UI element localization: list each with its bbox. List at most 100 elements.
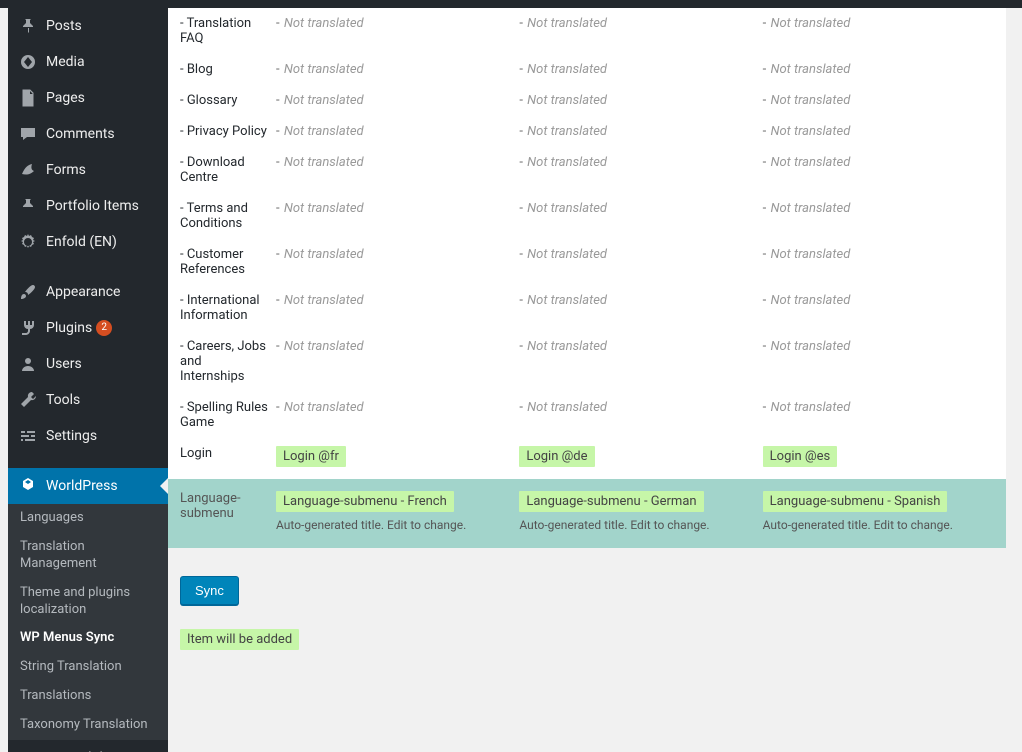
table-row: - Glossary- Not translated- Not translat… — [168, 85, 1006, 116]
sidebar-item-posts[interactable]: Posts — [8, 8, 168, 44]
translation-cell: - Not translated — [519, 293, 762, 308]
translation-cell: - Not translated — [276, 62, 519, 77]
lang-submenu-es-badge[interactable]: Language-submenu - Spanish — [763, 491, 948, 512]
sidebar-item-label: Portfolio Items — [46, 198, 139, 214]
cell-lang-es: Language-submenu - Spanish Auto-generate… — [763, 491, 1006, 532]
translation-cell: - Not translated — [763, 124, 1006, 139]
row-language-submenu: Language-submenu Language-submenu - Fren… — [168, 479, 1006, 548]
not-translated-label: Not translated — [527, 293, 607, 308]
source-login: Login — [168, 446, 276, 461]
sidebar-item-label: Enfold (EN) — [46, 234, 117, 250]
sidebar-item-label: WorldPress — [46, 478, 118, 494]
sidebar-item-worldpress[interactable]: WorldPress — [8, 468, 168, 504]
translation-cell: - Not translated — [276, 247, 519, 262]
translation-cell: - Not translated — [763, 339, 1006, 354]
sidebar-item-comments[interactable]: Comments — [8, 116, 168, 152]
translation-cell: - Not translated — [763, 155, 1006, 170]
not-translated-label: Not translated — [770, 201, 850, 216]
translation-cell: - Not translated — [276, 16, 519, 31]
not-translated-label: Not translated — [770, 155, 850, 170]
not-translated-label: Not translated — [284, 62, 364, 77]
sidebar-item-label: Media — [46, 54, 85, 70]
sidebar-item-layerslider-wp[interactable]: LayerSlider WP — [8, 740, 168, 752]
not-translated-label: Not translated — [770, 247, 850, 262]
brush-icon — [18, 282, 38, 302]
not-translated-label: Not translated — [770, 62, 850, 77]
submenu-item-taxonomy-translation[interactable]: Taxonomy Translation — [8, 711, 168, 740]
not-translated-label: Not translated — [770, 16, 850, 31]
sync-button[interactable]: Sync — [180, 576, 239, 605]
forms-icon — [18, 160, 38, 180]
source-label: - Spelling Rules Game — [168, 400, 276, 430]
not-translated-label: Not translated — [770, 293, 850, 308]
sidebar-item-label: Posts — [46, 18, 82, 34]
login-es-badge[interactable]: Login @es — [763, 446, 838, 467]
plug-icon — [18, 318, 38, 338]
source-label: - Translation FAQ — [168, 16, 276, 46]
translation-cell: - Not translated — [519, 62, 762, 77]
source-label: - Privacy Policy — [168, 124, 276, 139]
source-label: - Download Centre — [168, 155, 276, 185]
submenu-item-translations[interactable]: Translations — [8, 682, 168, 711]
source-label: - Customer References — [168, 247, 276, 277]
sidebar-item-appearance[interactable]: Appearance — [8, 274, 168, 310]
source-label: - International Information — [168, 293, 276, 323]
sidebar-item-media[interactable]: Media — [8, 44, 168, 80]
sidebar-item-pages[interactable]: Pages — [8, 80, 168, 116]
sidebar-item-portfolio-items[interactable]: Portfolio Items — [8, 188, 168, 224]
translation-cell: - Not translated — [519, 124, 762, 139]
translation-cell: - Not translated — [763, 247, 1006, 262]
translation-cell: - Not translated — [276, 293, 519, 308]
sidebar-item-plugins[interactable]: Plugins2 — [8, 310, 168, 346]
translation-cell: - Not translated — [276, 201, 519, 216]
submenu-item-wp-menus-sync[interactable]: WP Menus Sync — [8, 624, 168, 653]
sidebar-item-label: Forms — [46, 162, 86, 178]
table-row: - Spelling Rules Game- Not translated- N… — [168, 392, 1006, 438]
cell-login-es: Login @es — [763, 446, 1006, 467]
not-translated-label: Not translated — [284, 339, 364, 354]
user-icon — [18, 354, 38, 374]
sidebar-submenu: LanguagesTranslation ManagementTheme and… — [8, 504, 168, 740]
table-row: - Customer References- Not translated- N… — [168, 239, 1006, 285]
cell-login-de: Login @de — [519, 446, 762, 467]
not-translated-label: Not translated — [284, 16, 364, 31]
submenu-item-theme-and-plugins-localization[interactable]: Theme and plugins localization — [8, 579, 168, 625]
update-badge: 2 — [96, 320, 112, 336]
sidebar-item-label: Plugins — [46, 320, 92, 336]
source-label: - Blog — [168, 62, 276, 77]
table-row: - Download Centre- Not translated- Not t… — [168, 147, 1006, 193]
legend-item-added: Item will be added — [180, 629, 299, 650]
comment-icon — [18, 124, 38, 144]
cell-lang-de: Language-submenu - German Auto-generated… — [519, 491, 762, 532]
lang-submenu-fr-badge[interactable]: Language-submenu - French — [276, 491, 454, 512]
not-translated-label: Not translated — [284, 293, 364, 308]
sidebar-item-forms[interactable]: Forms — [8, 152, 168, 188]
submenu-item-languages[interactable]: Languages — [8, 504, 168, 533]
translation-cell: - Not translated — [519, 201, 762, 216]
not-translated-label: Not translated — [527, 155, 607, 170]
cell-login-fr: Login @fr — [276, 446, 519, 467]
not-translated-label: Not translated — [770, 93, 850, 108]
submenu-item-string-translation[interactable]: String Translation — [8, 653, 168, 682]
table-row: - Privacy Policy - Not translated- Not tr… — [168, 116, 1006, 147]
cell-lang-fr: Language-submenu - French Auto-generated… — [276, 491, 519, 532]
sidebar-item-users[interactable]: Users — [8, 346, 168, 382]
sidebar-item-enfold-en-[interactable]: Enfold (EN) — [8, 224, 168, 260]
sliders-icon — [18, 426, 38, 446]
sidebar-item-tools[interactable]: Tools — [8, 382, 168, 418]
translation-cell: - Not translated — [519, 16, 762, 31]
login-fr-badge[interactable]: Login @fr — [276, 446, 346, 467]
menu-sync-table: - Translation FAQ- Not translated- Not t… — [168, 8, 1006, 548]
login-de-badge[interactable]: Login @de — [519, 446, 594, 467]
submenu-item-translation-management[interactable]: Translation Management — [8, 533, 168, 579]
not-translated-label: Not translated — [770, 339, 850, 354]
legend: Item will be added — [180, 629, 1006, 650]
admin-sidebar: Posts Media PagesComments Forms Portfolio It… — [8, 8, 168, 752]
not-translated-label: Not translated — [527, 247, 607, 262]
lang-submenu-de-badge[interactable]: Language-submenu - German — [519, 491, 703, 512]
translation-cell: - Not translated — [763, 293, 1006, 308]
table-row: - Translation FAQ- Not translated- Not t… — [168, 8, 1006, 54]
translation-cell: - Not translated — [276, 400, 519, 415]
sidebar-item-settings[interactable]: Settings — [8, 418, 168, 454]
media-icon — [18, 52, 38, 72]
